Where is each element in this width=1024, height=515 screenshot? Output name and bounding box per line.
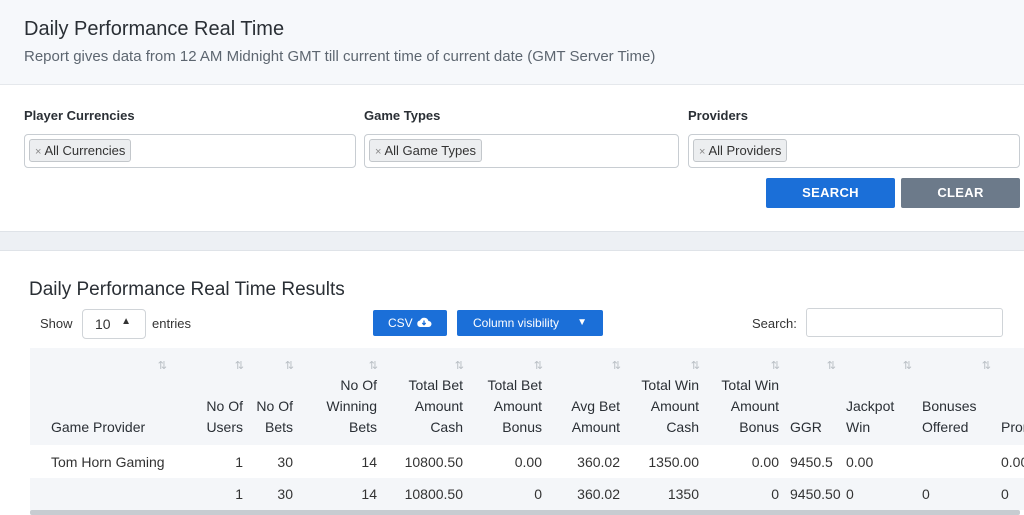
column-header[interactable]: ⇅ Total Win Amount Cash [627, 348, 706, 445]
sort-icon: ⇅ [770, 360, 780, 372]
table-cell: Tom Horn Gaming [51, 453, 165, 470]
provider-chip-label: All Providers [708, 143, 782, 158]
updown-caret-icon: ▲︎ [121, 316, 131, 327]
column-header[interactable]: ⇅ Total Win Amount Bonus [706, 348, 786, 445]
sort-icon: ⇅ [234, 360, 244, 372]
table-cell: 14 [361, 453, 377, 470]
column-visibility-button[interactable]: Column visibility ▼ [457, 310, 603, 336]
game-types-select[interactable]: × All Game Types [364, 134, 679, 168]
column-header[interactable]: ⇅ Bonuses Offered [918, 348, 997, 445]
sort-icon: ⇅ [284, 360, 294, 372]
table-cell: 30 [250, 478, 300, 510]
sort-icon: ⇅ [902, 360, 912, 372]
results-title: Daily Performance Real Time Results [29, 279, 345, 300]
table-cell: 0.00 [514, 453, 542, 470]
table-cell: 0 [997, 478, 1024, 510]
column-header[interactable]: ⇅ Total Bet Amount Cash [384, 348, 470, 445]
column-header[interactable]: ⇅ GGR [786, 348, 842, 445]
column-header[interactable]: Promo Freesp [997, 348, 1024, 445]
table-cell: 0 [918, 478, 997, 510]
table-cell: 9450.5 [790, 453, 833, 470]
filter-card-header: Daily Performance Real Time Report gives… [0, 0, 1024, 85]
currencies-select[interactable]: × All Currencies [24, 134, 356, 168]
providers-filter: Providers × All Providers [688, 108, 1020, 168]
table-cell: 1 [235, 453, 243, 470]
csv-label: CSV [387, 316, 413, 330]
sort-icon: ⇅ [690, 360, 700, 372]
page-size-value: 10 [95, 316, 111, 332]
game-type-chip-label: All Game Types [384, 143, 476, 158]
sort-icon: ⇅ [533, 360, 543, 372]
column-header[interactable]: ⇅ No Of Bets [250, 348, 300, 445]
table-cell: 0 [470, 478, 549, 510]
table-cell: 0.00 [751, 453, 779, 470]
column-header[interactable]: ⇅ Total Bet Amount Bonus [470, 348, 549, 445]
table-search-label: Search: [752, 316, 797, 331]
table-total-row: 1 30 14 10800.50 0 360.02 1350 0 9450.50… [30, 478, 1024, 510]
column-header[interactable]: ⇅ No Of Users [173, 348, 250, 445]
clear-button[interactable]: CLEAR [901, 178, 1020, 208]
search-button[interactable]: SEARCH [766, 178, 895, 208]
table-cell: 1350 [627, 478, 706, 510]
currencies-filter: Player Currencies × All Currencies [24, 108, 356, 168]
providers-label: Providers [688, 108, 748, 123]
game-types-filter: Game Types × All Game Types [364, 108, 679, 168]
table-row: Tom Horn Gaming 1 30 14 10800.50 0.00 36… [30, 445, 1024, 478]
horizontal-scrollbar[interactable] [30, 510, 1020, 515]
sort-icon: ⇅ [368, 360, 378, 372]
table-cell: 0 [842, 478, 918, 510]
currencies-label: Player Currencies [24, 108, 135, 123]
show-label: Show [40, 316, 73, 331]
table-cell [30, 478, 173, 510]
table-cell: 30 [277, 453, 293, 470]
table-cell: 10800.50 [384, 478, 470, 510]
column-visibility-label: Column visibility [473, 316, 560, 330]
currency-chip-label: All Currencies [44, 143, 126, 158]
sort-icon: ⇅ [611, 360, 621, 372]
game-types-label: Game Types [364, 108, 441, 123]
column-header[interactable]: ⇅ Avg Bet Amount [549, 348, 627, 445]
page-title: Daily Performance Real Time [24, 18, 285, 40]
table-cell: 360.02 [549, 478, 627, 510]
table-cell [918, 445, 997, 478]
table-cell: 1350.00 [648, 453, 699, 470]
providers-select[interactable]: × All Providers [688, 134, 1020, 168]
game-type-chip: × All Game Types [369, 139, 482, 162]
table-cell: 0 [706, 478, 786, 510]
results-table: ⇅ Game Provider ⇅ No Of Users ⇅ No Of Bets … [30, 348, 1024, 510]
table-cell: 9450.50 [786, 478, 842, 510]
table-cell: 0.00 [1001, 453, 1024, 470]
table-cell: 10800.50 [404, 453, 463, 470]
table-cell: 360.02 [577, 453, 620, 470]
page-size-select[interactable]: 10 ▲︎ [82, 309, 146, 339]
entries-label: entries [152, 316, 192, 331]
column-header[interactable]: ⇅ Jackpot Win [842, 348, 918, 445]
page-subtitle: Report gives data from 12 AM Midnight GM… [24, 48, 656, 65]
table-header-row: ⇅ Game Provider ⇅ No Of Users ⇅ No Of Bets … [30, 348, 1024, 445]
sort-icon: ⇅ [157, 360, 167, 372]
cloud-download-icon [417, 317, 432, 327]
sort-icon: ⇅ [826, 360, 836, 372]
sort-icon: ⇅ [454, 360, 464, 372]
csv-button[interactable]: CSV [373, 310, 447, 336]
chip-remove-icon[interactable]: × [375, 146, 381, 158]
currency-chip: × All Currencies [29, 139, 132, 162]
sort-icon: ⇅ [981, 360, 991, 372]
column-header[interactable]: ⇅ Game Provider [30, 348, 173, 445]
table-cell: 14 [300, 478, 384, 510]
chip-remove-icon[interactable]: × [35, 146, 41, 158]
table-cell: 0.00 [846, 453, 874, 470]
chip-remove-icon[interactable]: × [699, 146, 705, 158]
table-search-input[interactable] [806, 308, 1003, 337]
caret-down-icon: ▼ [577, 317, 587, 328]
table-cell: 1 [173, 478, 250, 510]
provider-chip: × All Providers [693, 139, 788, 162]
column-header[interactable]: ⇅ No Of Winning Bets [300, 348, 384, 445]
